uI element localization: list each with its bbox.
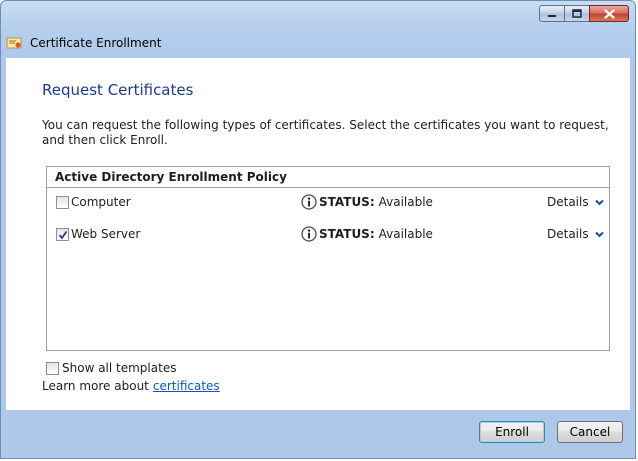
computer-checkbox[interactable]	[56, 196, 69, 209]
status-label: STATUS:	[319, 195, 375, 209]
page-description: You can request the following types of c…	[42, 118, 609, 147]
minimize-button[interactable]	[539, 5, 565, 22]
close-icon	[603, 8, 615, 19]
checkmark-icon	[58, 230, 68, 240]
status-value: Available	[378, 195, 433, 209]
chevron-down-icon	[594, 199, 604, 205]
details-toggle[interactable]: Details	[547, 227, 604, 241]
status-value: Available	[378, 227, 433, 241]
maximize-button[interactable]	[564, 5, 590, 22]
web-server-checkbox[interactable]	[56, 228, 69, 241]
maximize-icon	[572, 9, 582, 18]
status-label: STATUS:	[319, 227, 375, 241]
certificates-link[interactable]: certificates	[153, 379, 220, 393]
window-controls	[539, 5, 629, 22]
certificate-list-panel: Active Directory Enrollment Policy Compu…	[46, 166, 610, 351]
details-label: Details	[547, 195, 589, 209]
page-title: Request Certificates	[42, 81, 194, 99]
show-all-label: Show all templates	[62, 361, 177, 375]
info-icon	[301, 226, 317, 242]
certificate-name: Computer	[71, 195, 131, 209]
close-button[interactable]	[589, 5, 629, 22]
status-info: STATUS: Available	[301, 194, 433, 210]
info-icon	[301, 194, 317, 210]
details-label: Details	[547, 227, 589, 241]
certificate-enrollment-window: Certificate Enrollment Request Certifica…	[0, 0, 636, 459]
learn-more-text: Learn more about	[42, 379, 149, 393]
certificate-name: Web Server	[71, 227, 141, 241]
minimize-icon	[548, 14, 556, 17]
certificate-icon	[6, 37, 22, 49]
chevron-down-icon	[594, 231, 604, 237]
window-title: Certificate Enrollment	[30, 36, 162, 50]
learn-more: Learn more about certificates	[42, 379, 220, 393]
enroll-button[interactable]: Enroll	[479, 421, 545, 443]
list-item: Web Server STATUS: Available Details	[47, 225, 609, 245]
policy-header: Active Directory Enrollment Policy	[47, 167, 609, 188]
status-info: STATUS: Available	[301, 226, 433, 242]
cancel-button[interactable]: Cancel	[557, 421, 623, 443]
details-toggle[interactable]: Details	[547, 195, 604, 209]
show-all-checkbox[interactable]	[46, 362, 59, 375]
list-item: Computer STATUS: Available Details	[47, 193, 609, 213]
app-header: Certificate Enrollment	[2, 30, 634, 56]
button-bar: Enroll Cancel	[1, 410, 635, 458]
content-area: Request Certificates You can request the…	[6, 58, 630, 410]
